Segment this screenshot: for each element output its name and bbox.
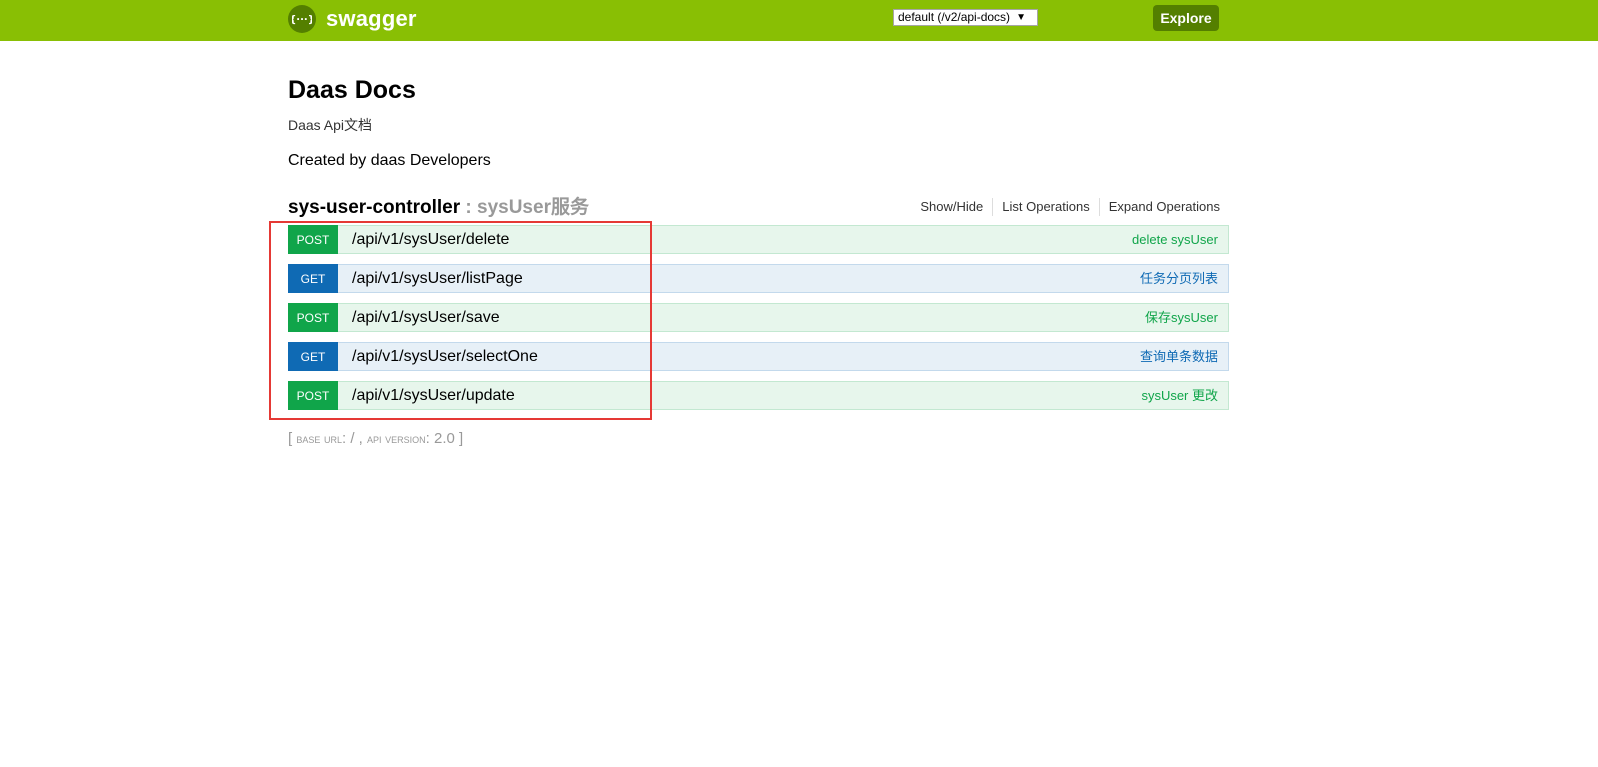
controller-name[interactable]: sys-user-controller <box>288 197 460 218</box>
show-hide-link[interactable]: Show/Hide <box>911 198 992 216</box>
operation-summary[interactable]: sysUser 更改 <box>1141 382 1218 409</box>
method-badge[interactable]: GET <box>288 264 338 293</box>
operation-path[interactable]: /api/v1/sysUser/listPage <box>352 265 523 292</box>
api-spec-select-value: default (/v2/api-docs) <box>898 10 1011 24</box>
base-url-label: base url <box>296 431 342 446</box>
api-contact: Created by daas Developers <box>288 152 491 169</box>
method-badge[interactable]: POST <box>288 303 338 332</box>
operation-path[interactable]: /api/v1/sysUser/delete <box>352 226 509 253</box>
operations-list: POST /api/v1/sysUser/delete delete sysUs… <box>288 225 1229 420</box>
operation-row[interactable]: GET /api/v1/sysUser/listPage 任务分页列表 <box>288 264 1229 293</box>
list-operations-link[interactable]: List Operations <box>992 198 1098 216</box>
method-badge[interactable]: POST <box>288 381 338 410</box>
svg-text:{···}: {···} <box>292 15 312 26</box>
operation-summary[interactable]: 任务分页列表 <box>1140 265 1218 292</box>
operation-row[interactable]: POST /api/v1/sysUser/update sysUser 更改 <box>288 381 1229 410</box>
operation-summary[interactable]: 查询单条数据 <box>1140 343 1218 370</box>
dropdown-arrow-icon: ▼ <box>1016 12 1026 23</box>
logo-text: swagger <box>326 6 417 31</box>
base-url-value: : / , <box>341 430 367 447</box>
controller-description: : sysUser服务 <box>460 197 589 218</box>
operation-summary[interactable]: 保存sysUser <box>1145 304 1218 331</box>
api-footer: [ base url: / , api version: 2.0 ] <box>288 430 463 447</box>
operation-row[interactable]: POST /api/v1/sysUser/delete delete sysUs… <box>288 225 1229 254</box>
method-badge[interactable]: POST <box>288 225 338 254</box>
swagger-logo[interactable]: {···} swagger <box>288 4 417 34</box>
explore-button[interactable]: Explore <box>1153 5 1219 31</box>
operation-path[interactable]: /api/v1/sysUser/save <box>352 304 500 331</box>
operation-path[interactable]: /api/v1/sysUser/selectOne <box>352 343 538 370</box>
operation-path[interactable]: /api/v1/sysUser/update <box>352 382 515 409</box>
resource-heading[interactable]: sys-user-controller : sysUser服务 <box>288 192 589 219</box>
swagger-logo-icon: {···} <box>288 5 316 33</box>
api-title: Daas Docs <box>288 76 416 104</box>
api-version-label: api version <box>367 431 426 446</box>
api-version-value: : 2.0 ] <box>425 430 464 447</box>
operation-summary[interactable]: delete sysUser <box>1132 226 1218 253</box>
api-description: Daas Api文档 <box>288 117 373 133</box>
operation-row[interactable]: GET /api/v1/sysUser/selectOne 查询单条数据 <box>288 342 1229 371</box>
method-badge[interactable]: GET <box>288 342 338 371</box>
operation-row[interactable]: POST /api/v1/sysUser/save 保存sysUser <box>288 303 1229 332</box>
resource-options: Show/Hide List Operations Expand Operati… <box>910 198 1220 216</box>
expand-operations-link[interactable]: Expand Operations <box>1098 198 1220 216</box>
api-spec-select[interactable]: default (/v2/api-docs) ▼ <box>893 9 1038 26</box>
top-bar: {···} swagger default (/v2/api-docs) ▼ E… <box>0 0 1598 41</box>
